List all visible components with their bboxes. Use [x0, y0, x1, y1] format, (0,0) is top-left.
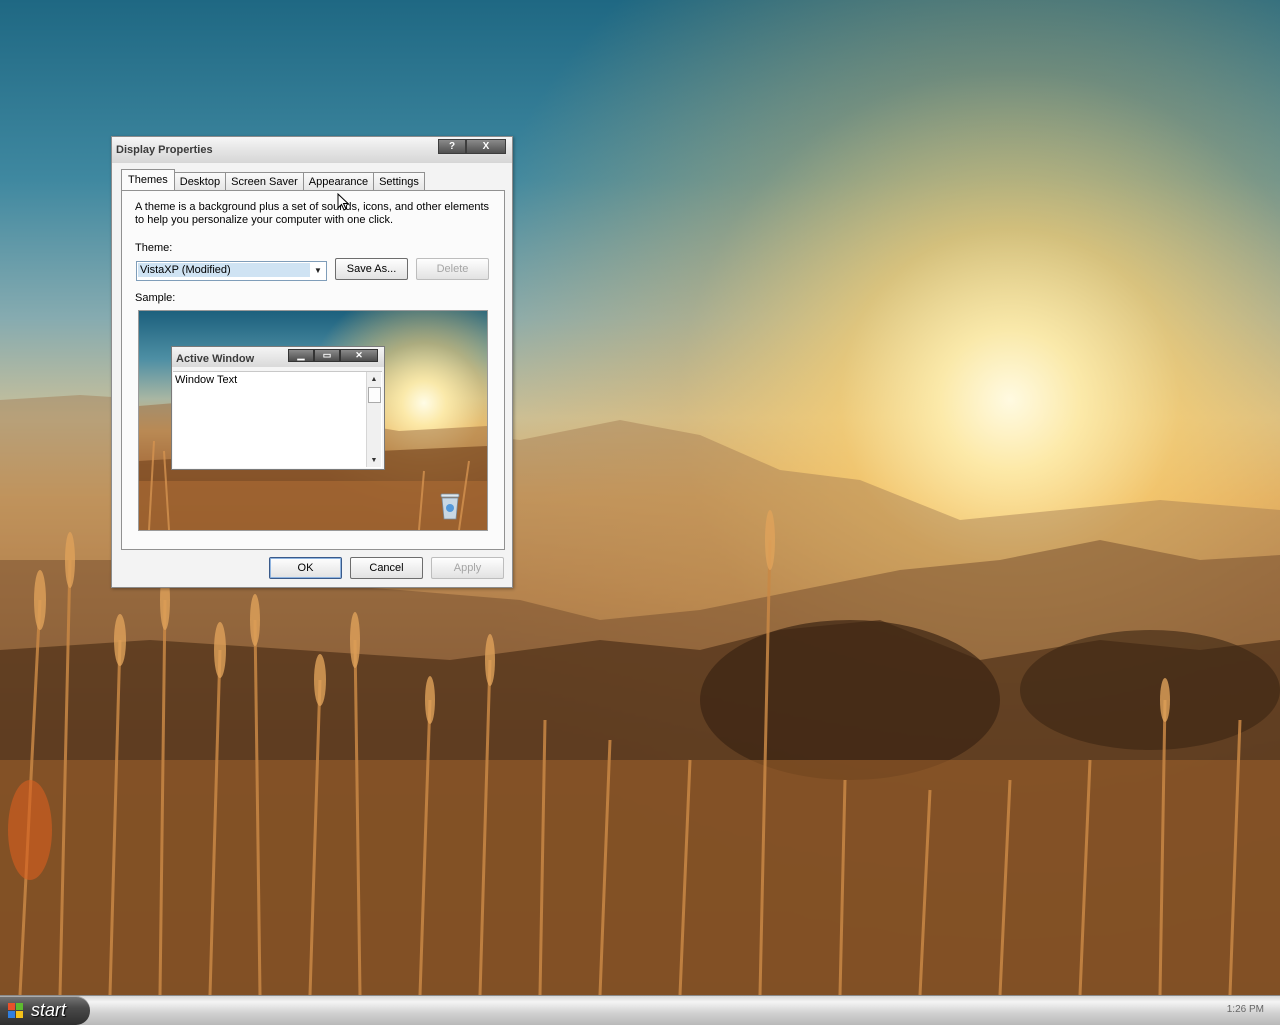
tab-desktop[interactable]: Desktop [173, 172, 227, 190]
save-as-button[interactable]: Save As... [335, 258, 408, 280]
dropdown-arrow-icon[interactable]: ▼ [311, 263, 325, 277]
sample-scrollbar: ▲ ▼ [366, 372, 381, 467]
cancel-button[interactable]: Cancel [350, 557, 423, 579]
sample-window-body: Window Text ▲ ▼ [173, 371, 382, 468]
help-button[interactable]: ? [438, 139, 466, 154]
scroll-thumb [368, 387, 381, 403]
start-button[interactable]: start [0, 996, 90, 1025]
close-icon: ✕ [340, 349, 378, 362]
windows-flag-icon [8, 1002, 24, 1019]
theme-label: Theme: [135, 242, 173, 254]
help-icon: ? [448, 141, 456, 152]
theme-selected-value: VistaXP (Modified) [138, 263, 310, 277]
delete-button[interactable]: Delete [416, 258, 489, 280]
theme-description: A theme is a background plus a set of so… [135, 201, 490, 226]
sample-window-text: Window Text [175, 374, 238, 386]
tab-themes[interactable]: Themes [121, 169, 175, 190]
apply-button[interactable]: Apply [431, 557, 504, 579]
theme-dropdown[interactable]: VistaXP (Modified) ▼ [136, 261, 327, 281]
sample-label: Sample: [135, 292, 176, 304]
minimize-icon: ▁ [288, 349, 314, 362]
close-button[interactable]: X [466, 139, 506, 154]
sample-window-title: Active Window [176, 353, 255, 365]
tab-strip: Themes Desktop Screen Saver Appearance S… [121, 169, 425, 190]
scroll-down-icon: ▼ [370, 456, 378, 464]
tab-settings[interactable]: Settings [373, 172, 425, 190]
scroll-up-icon: ▲ [370, 375, 378, 383]
window-title: Display Properties [116, 144, 213, 156]
tab-screen-saver[interactable]: Screen Saver [225, 172, 304, 190]
mouse-cursor-icon [337, 193, 349, 211]
close-icon: X [482, 141, 490, 152]
themes-panel: A theme is a background plus a set of so… [121, 190, 505, 550]
display-properties-window: Display Properties ? X Themes Desktop Sc… [111, 136, 513, 588]
taskbar: start 1:26 PM [0, 995, 1280, 1025]
sample-active-window: Active Window ▁ ▭ ✕ Window Text ▲ ▼ [171, 346, 385, 470]
theme-sample-preview: Active Window ▁ ▭ ✕ Window Text ▲ ▼ [138, 310, 488, 531]
title-bar[interactable]: Display Properties ? X [112, 137, 512, 163]
recycle-bin-icon [440, 493, 460, 520]
start-label: start [31, 1000, 67, 1020]
tab-appearance[interactable]: Appearance [302, 172, 375, 190]
maximize-icon: ▭ [314, 349, 340, 362]
system-clock[interactable]: 1:26 PM [1227, 1004, 1264, 1015]
sample-title-bar: Active Window ▁ ▭ ✕ [172, 347, 384, 367]
ok-button[interactable]: OK [269, 557, 342, 579]
